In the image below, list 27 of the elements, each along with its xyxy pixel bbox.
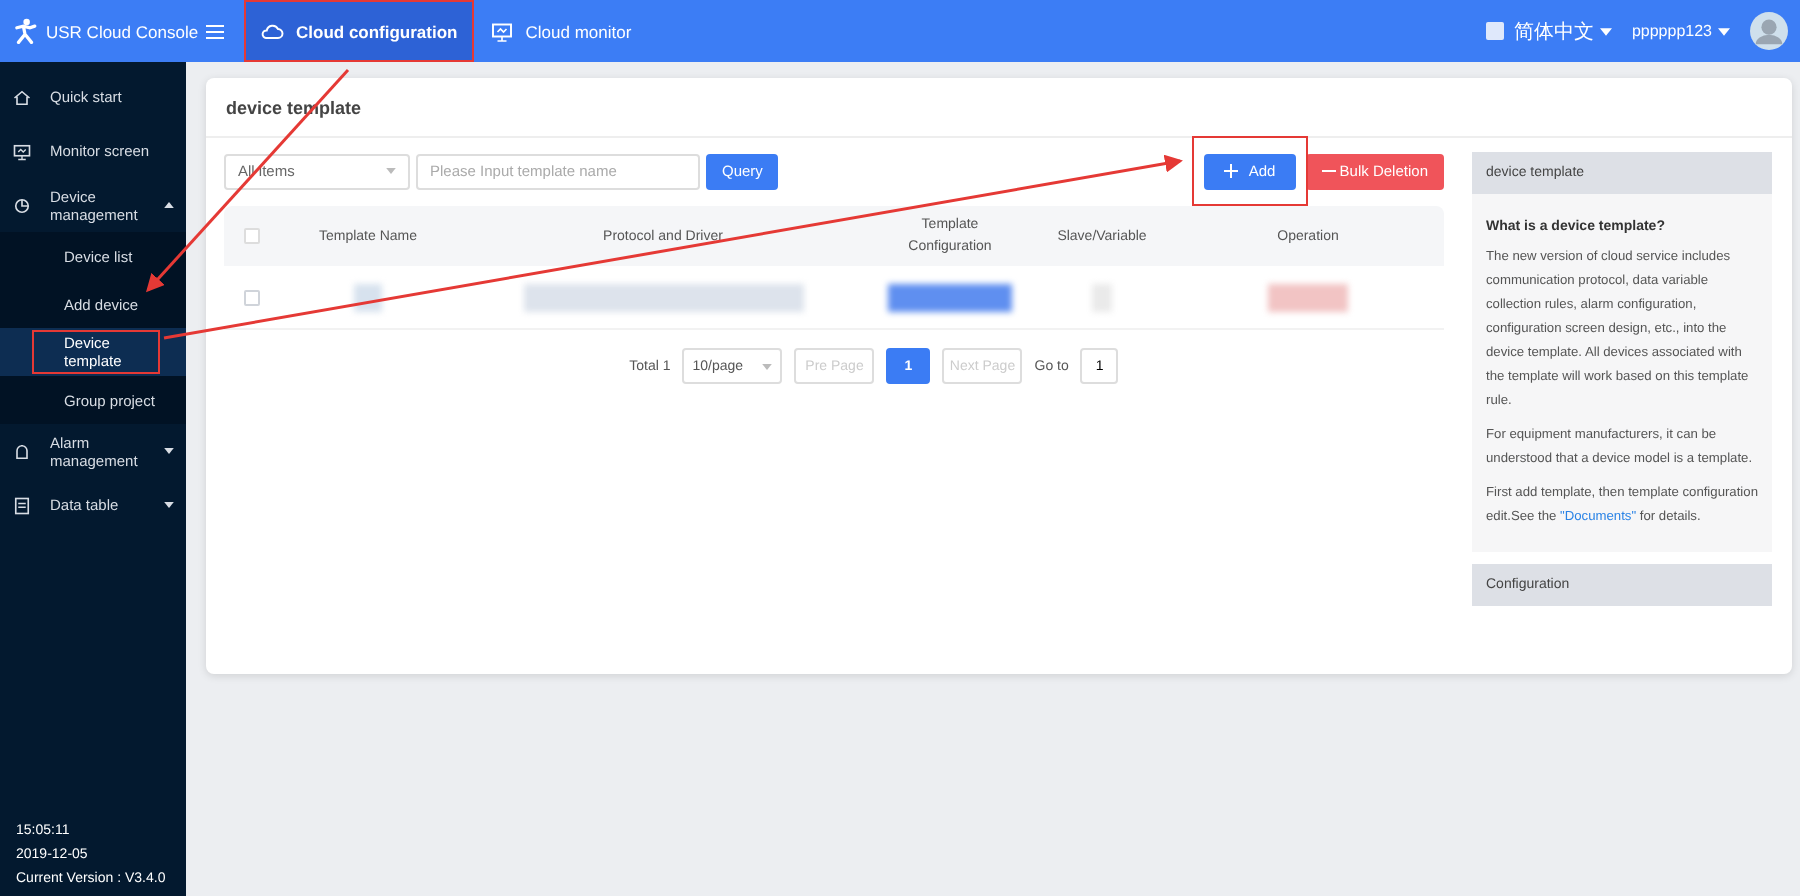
pie-chart-icon [12,195,32,215]
redacted-block [888,283,1012,311]
caret-icon [762,363,773,369]
language-selector[interactable]: 简体中文 [1485,17,1612,45]
cloud-icon [260,19,284,43]
highlight-frame [32,330,160,374]
document-icon [12,495,32,515]
caret-icon [386,168,396,174]
highlight-frame [1192,135,1308,205]
checkbox[interactable] [244,228,260,244]
bell-icon [12,441,32,461]
avatar-icon[interactable] [1750,12,1788,50]
plus-icon [1224,164,1239,178]
caret-icon [1718,27,1730,35]
user-menu[interactable]: pppppp123 [1631,22,1730,40]
language-icon [1485,22,1504,40]
nav-tab[interactable]: Cloud monitor [473,0,648,62]
running-figure-logo-icon [12,18,38,44]
redacted-block [1268,283,1348,311]
menu-icon[interactable] [206,23,225,39]
monitor-icon [489,19,514,43]
nav-tab[interactable]: Cloud configuration [244,0,474,62]
home-icon [12,87,32,107]
caret-icon [1599,27,1612,35]
app-title: USR Cloud Console [46,21,199,41]
monitor-icon [12,141,32,161]
checkbox[interactable] [244,289,260,305]
